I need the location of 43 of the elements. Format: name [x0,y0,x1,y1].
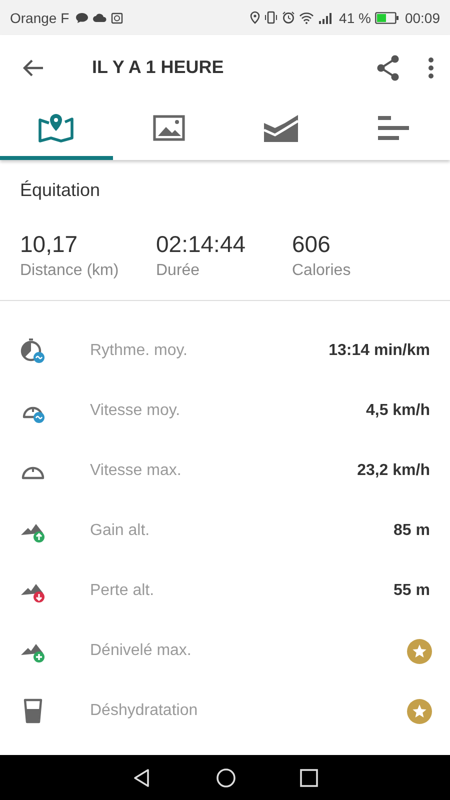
wifi-icon [299,12,314,24]
metric-value: 4,5 km/h [366,402,430,420]
activity-title: Équitation [19,179,102,201]
message-icon [75,12,90,24]
stat-label: Calories [292,262,352,280]
vibrate-icon [264,11,278,24]
metric-value: 85 m [394,522,430,540]
list-icon [378,115,410,141]
battery-icon [374,12,399,24]
metric-label: Vitesse moy. [90,402,182,420]
image-icon [152,115,185,141]
stat-label: Durée [156,262,201,280]
metric-label: Dénivelé max. [90,642,192,660]
share-icon [376,54,400,80]
back-arrow-icon [22,58,44,76]
metric-label: Rythme. moy. [90,342,188,360]
alarm-clock-icon [282,11,296,24]
carrier-name: Orange F [10,10,70,26]
stat-value: 02:14:44 [156,231,247,258]
location-icon [250,11,260,24]
battery-percent: 41 % [339,10,371,26]
back-nav-icon[interactable] [132,768,152,788]
metric-label: Déshydratation [90,702,199,720]
metric-value: 23,2 km/h [357,462,430,480]
more-icon [428,56,434,78]
metric-label: Perte alt. [90,582,156,600]
home-nav-icon[interactable] [216,768,236,788]
signal-icon [318,12,334,24]
toolbar-title: IL Y A 1 HEURE [92,57,224,78]
stopwatch-icon [20,338,46,364]
metric-label: Gain alt. [90,522,151,540]
map-pin-icon [38,113,74,143]
stat-label: Distance (km) [20,262,120,280]
metric-value: 55 m [394,582,430,600]
metric-label: Vitesse max. [90,462,182,480]
stat-value: 606 [292,231,332,258]
area-chart-icon [263,114,300,142]
recents-nav-icon[interactable] [300,768,318,786]
cloud-icon [93,12,108,22]
clock-time: 00:09 [404,10,440,26]
stat-value: 10,17 [20,231,79,258]
alarm-icon [111,12,124,24]
metric-value: 13:14 min/km [328,342,430,360]
